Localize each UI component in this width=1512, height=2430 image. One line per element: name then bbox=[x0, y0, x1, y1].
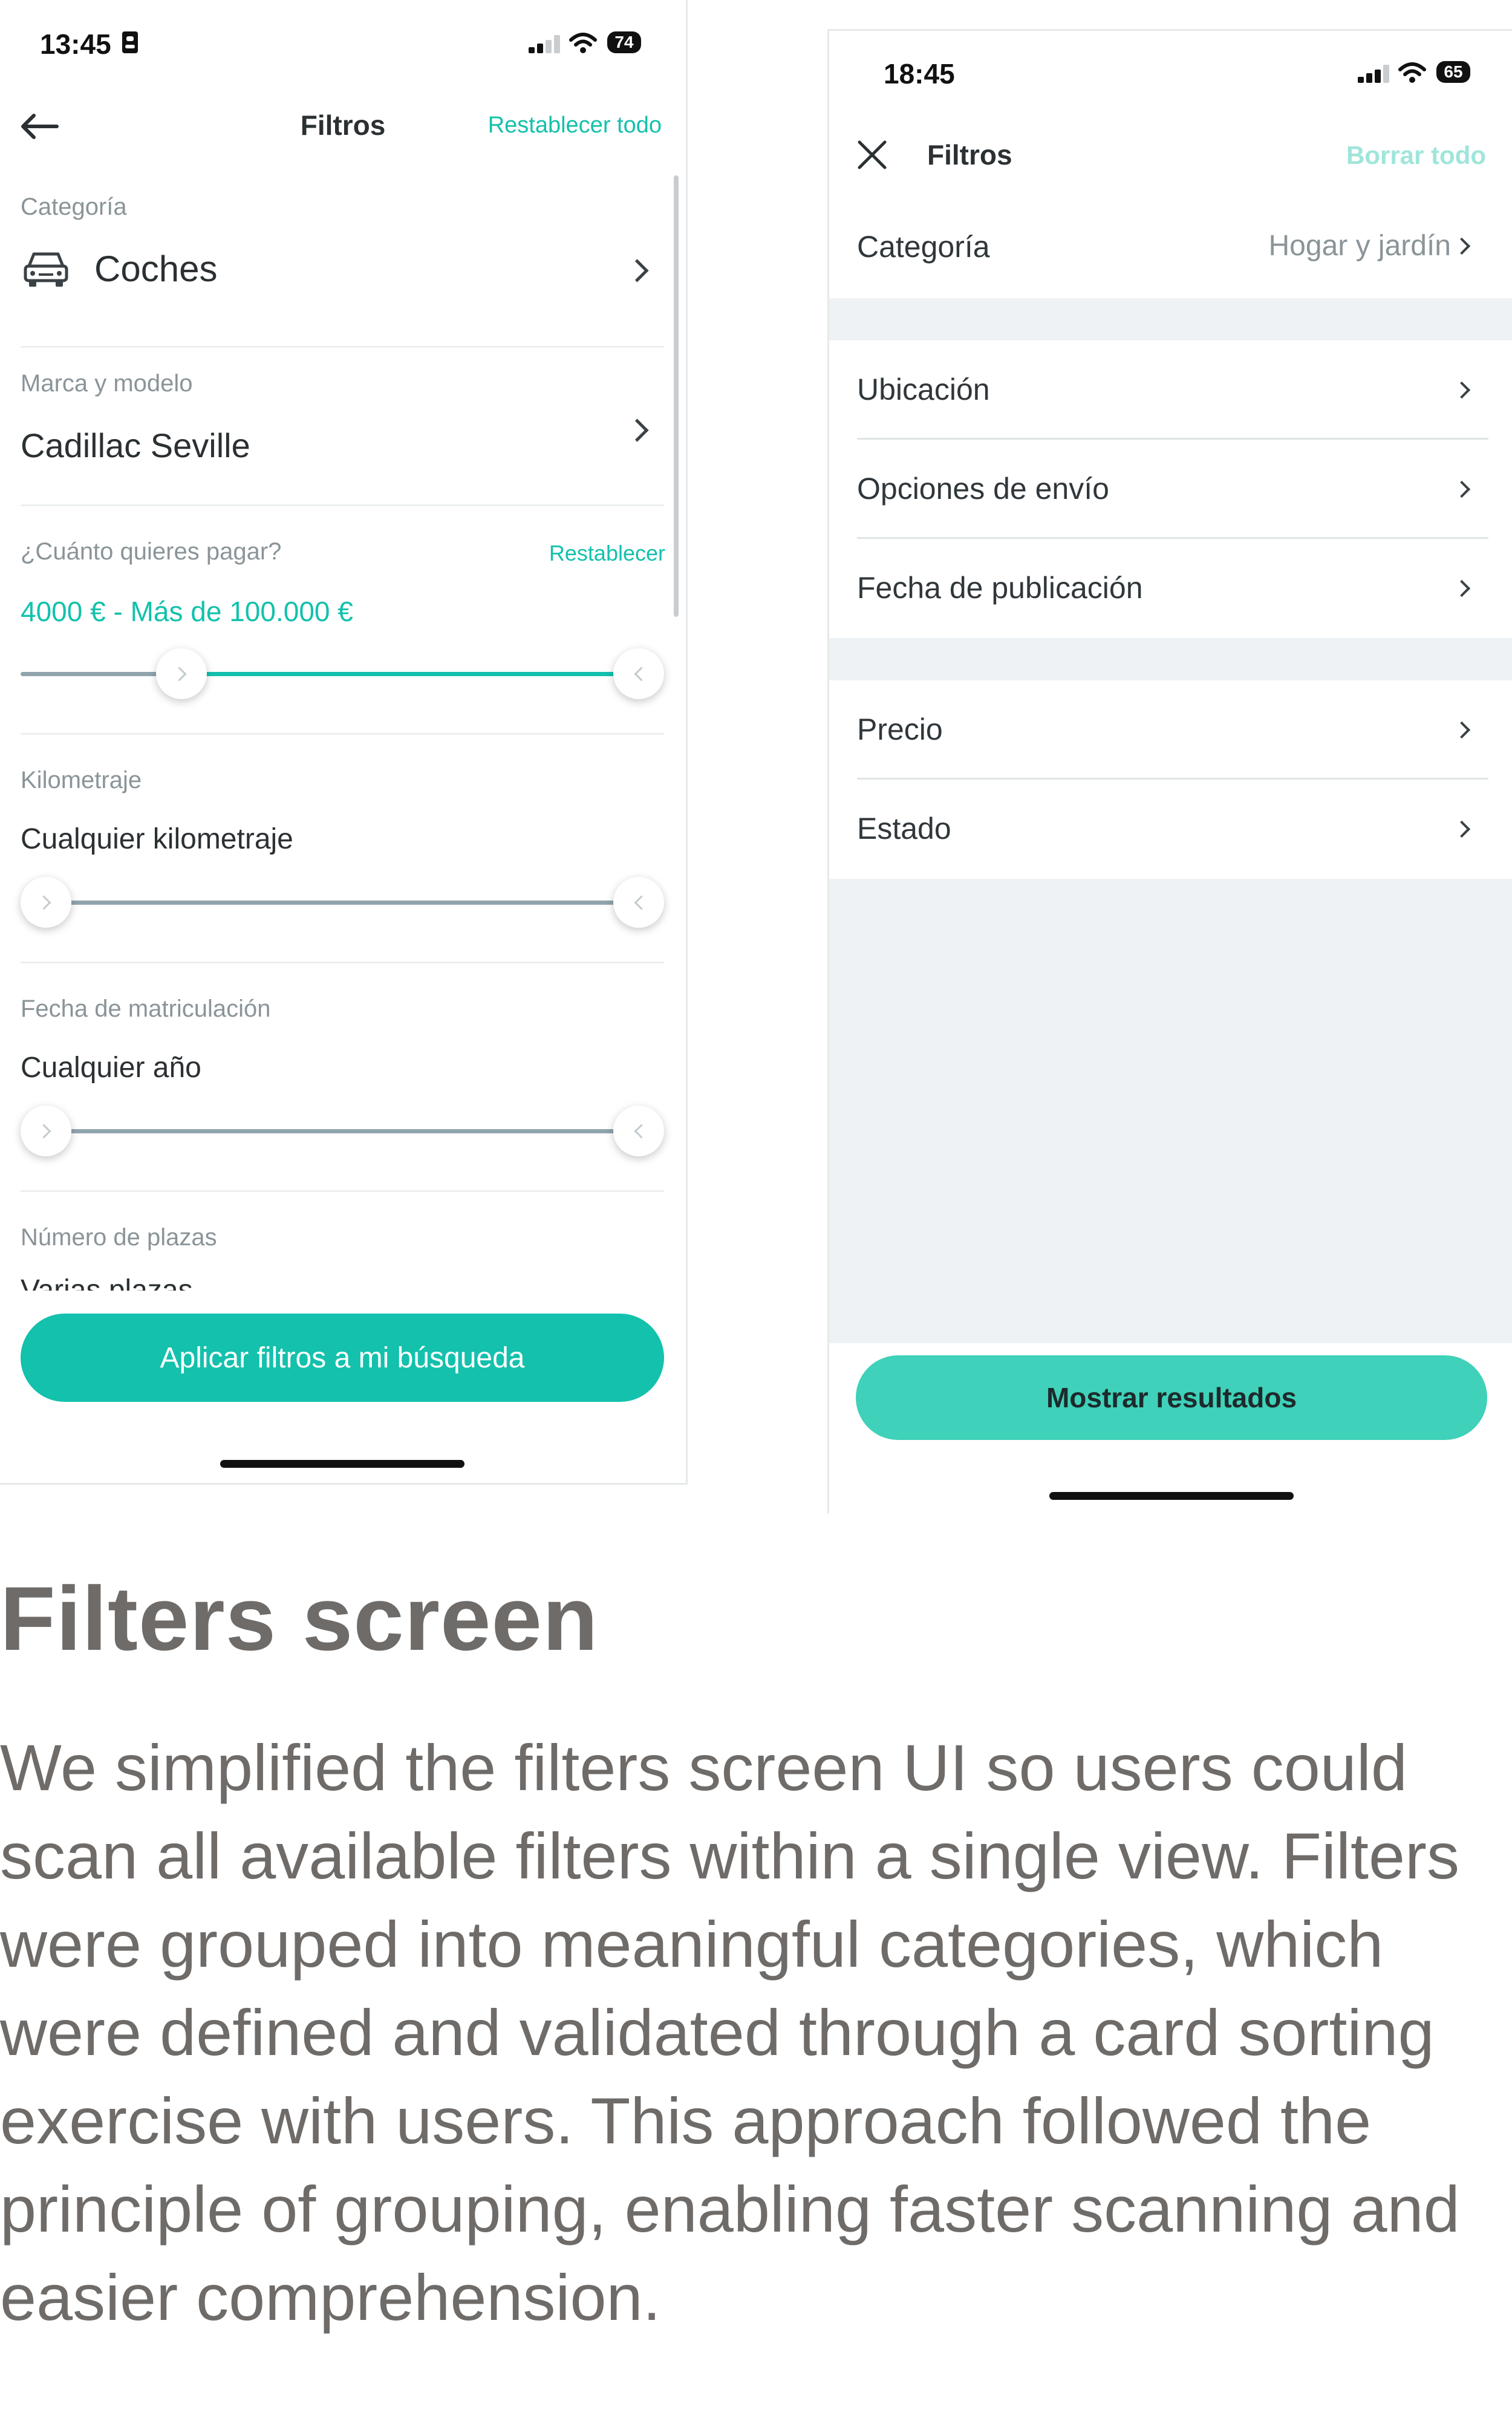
divider bbox=[21, 346, 664, 348]
chevron-right-icon[interactable] bbox=[1453, 820, 1471, 838]
wifi-icon bbox=[1398, 62, 1426, 83]
registration-value: Cualquier año bbox=[21, 1052, 201, 1084]
chevron-right-icon[interactable] bbox=[625, 259, 649, 282]
battery-level: 74 bbox=[614, 33, 634, 51]
chevron-right-icon[interactable] bbox=[1453, 381, 1471, 399]
status-time: 13:45 bbox=[40, 28, 111, 60]
filter-row[interactable]: Ubicación bbox=[829, 340, 1512, 440]
filter-row-label: Estado bbox=[857, 812, 951, 845]
slider-track-active bbox=[181, 672, 639, 676]
slider-max-handle[interactable] bbox=[613, 877, 664, 928]
status-time: 18:45 bbox=[884, 58, 955, 90]
chevron-right-icon[interactable] bbox=[1453, 480, 1471, 498]
price-range-value: 4000 € - Más de 100.000 € bbox=[21, 596, 353, 627]
chevron-right-icon[interactable] bbox=[625, 419, 649, 442]
brand-model-label: Marca y modelo bbox=[21, 370, 193, 397]
chevron-right-icon[interactable] bbox=[1453, 237, 1471, 255]
seats-label: Número de plazas bbox=[21, 1224, 217, 1251]
chevron-right-icon[interactable] bbox=[1453, 721, 1471, 739]
id-card-icon bbox=[122, 31, 138, 53]
filter-row-label: Ubicación bbox=[857, 373, 990, 406]
clear-all-link[interactable]: Borrar todo bbox=[1346, 141, 1486, 170]
slider-track bbox=[21, 1129, 664, 1133]
section-separator bbox=[829, 638, 1512, 680]
seats-value-clip: Varias plazas bbox=[21, 1274, 686, 1291]
slider-min-handle[interactable] bbox=[156, 648, 207, 699]
home-indicator[interactable] bbox=[1049, 1492, 1294, 1500]
scrollbar[interactable] bbox=[674, 175, 679, 617]
slider-track bbox=[21, 901, 664, 905]
divider bbox=[21, 962, 664, 963]
slider-min-handle[interactable] bbox=[21, 877, 71, 928]
mileage-label: Kilometraje bbox=[21, 767, 142, 793]
chevron-right-icon[interactable] bbox=[1453, 579, 1471, 598]
registration-label: Fecha de matriculación bbox=[21, 995, 271, 1022]
category-label: Categoría bbox=[857, 230, 990, 264]
reset-all-link[interactable]: Restablecer todo bbox=[488, 112, 662, 138]
close-icon[interactable] bbox=[856, 138, 888, 171]
signal-icon bbox=[1358, 65, 1392, 83]
filter-row-label: Opciones de envío bbox=[857, 472, 1109, 506]
filter-row-label: Precio bbox=[857, 712, 943, 746]
filter-row[interactable]: Estado bbox=[829, 780, 1512, 879]
seats-value: Varias plazas bbox=[21, 1274, 193, 1291]
section-separator bbox=[829, 298, 1512, 340]
divider bbox=[21, 733, 664, 735]
left-phone-screen: 13:45 74 Filtros Restablecer todo Catego… bbox=[0, 0, 688, 1485]
article-heading: Filters screen bbox=[0, 1568, 599, 1669]
slider-max-handle[interactable] bbox=[613, 648, 664, 699]
divider bbox=[21, 504, 664, 506]
battery-icon: 65 bbox=[1436, 61, 1470, 83]
wifi-icon bbox=[569, 33, 597, 53]
page-title: Filtros bbox=[927, 139, 1012, 171]
battery-level: 65 bbox=[1444, 62, 1463, 81]
filter-row[interactable]: Opciones de envío bbox=[829, 440, 1512, 539]
filter-row-label: Fecha de publicación bbox=[857, 571, 1143, 605]
category-value[interactable]: Coches bbox=[94, 248, 217, 290]
filter-row[interactable]: Precio bbox=[829, 680, 1512, 780]
slider-min-handle[interactable] bbox=[21, 1106, 71, 1156]
mileage-value: Cualquier kilometraje bbox=[21, 823, 293, 855]
price-reset-link[interactable]: Restablecer bbox=[549, 541, 665, 566]
category-value[interactable]: Hogar y jardín bbox=[1269, 229, 1451, 262]
brand-model-value[interactable]: Cadillac Seville bbox=[21, 426, 250, 465]
divider bbox=[21, 1190, 664, 1192]
price-label: ¿Cuánto quieres pagar? bbox=[21, 538, 282, 565]
slider-max-handle[interactable] bbox=[613, 1106, 664, 1156]
home-indicator[interactable] bbox=[220, 1460, 464, 1468]
apply-filters-button[interactable]: Aplicar filtros a mi búsqueda bbox=[21, 1314, 664, 1402]
car-icon bbox=[24, 252, 68, 287]
battery-icon: 74 bbox=[607, 31, 641, 53]
signal-icon bbox=[529, 35, 562, 53]
article-body: We simplified the filters screen UI so u… bbox=[0, 1731, 1460, 2334]
right-phone-screen: 18:45 65 Filtros Borrar todo Categoría H… bbox=[827, 29, 1512, 1514]
category-label: Categoría bbox=[21, 194, 127, 220]
filter-row[interactable]: Fecha de publicación bbox=[829, 539, 1512, 638]
show-results-button[interactable]: Mostrar resultados bbox=[856, 1355, 1487, 1440]
